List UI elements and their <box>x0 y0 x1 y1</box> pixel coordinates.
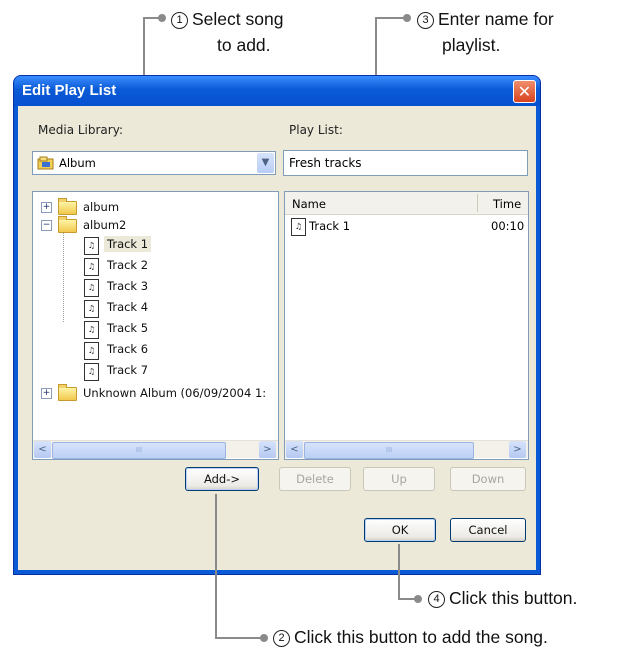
audio-file-icon: ♫ <box>84 321 99 339</box>
callout-text: Click this button to add the song. <box>294 627 548 647</box>
folder-icon <box>58 384 77 401</box>
audio-file-icon: ♫ <box>84 300 99 318</box>
leader-dot <box>260 634 268 642</box>
tree-label: Track 4 <box>107 300 149 314</box>
callout-click-add: 2 Click this button to add the song. <box>273 625 548 649</box>
callout-text: Select song <box>192 9 284 29</box>
callout-click-ok: 4 Click this button. <box>428 586 577 610</box>
scroll-right-icon[interactable]: > <box>509 441 526 458</box>
leader-dot <box>414 595 422 603</box>
playlist-name-field[interactable]: Fresh tracks <box>283 150 528 176</box>
callout-number: 1 <box>171 12 188 29</box>
media-source-select[interactable]: Album ▼ <box>32 151 276 175</box>
playlist-list[interactable]: Name Time ♫ Track 1 00:10 < III > <box>284 191 529 460</box>
scroll-left-icon[interactable]: < <box>286 441 303 458</box>
callout-text: Click this button. <box>449 588 578 608</box>
table-row[interactable]: ♫ Track 1 00:10 <box>291 218 526 236</box>
column-header-time[interactable]: Time <box>493 197 521 211</box>
tree-label: Track 7 <box>107 363 149 377</box>
tree-label: Track 6 <box>107 342 149 356</box>
playlist-name-value: Fresh tracks <box>289 156 362 170</box>
album-icon <box>37 155 54 170</box>
scroll-thumb[interactable]: III <box>304 442 474 459</box>
expand-icon[interactable]: + <box>41 388 52 399</box>
scroll-thumb[interactable]: III <box>52 442 226 459</box>
audio-file-icon: ♫ <box>84 258 99 276</box>
add-button[interactable]: Add-> <box>185 467 259 491</box>
down-button[interactable]: Down <box>450 467 526 491</box>
audio-file-icon: ♫ <box>291 218 306 236</box>
scroll-left-icon[interactable]: < <box>34 441 51 458</box>
tree-label: Track 2 <box>107 258 149 272</box>
delete-button[interactable]: Delete <box>279 467 351 491</box>
ok-button[interactable]: OK <box>364 518 436 542</box>
audio-file-icon: ♫ <box>84 363 99 381</box>
media-library-tree[interactable]: + album − album2 ♫ Track 1 ♫ Track 2 ♫ T… <box>32 191 279 460</box>
playlist-horizontal-scrollbar[interactable]: < III > <box>285 440 528 459</box>
callout-select-song-line2: to add. <box>217 35 271 55</box>
callout-text: Enter name for <box>438 9 554 29</box>
callout-number: 2 <box>273 630 290 647</box>
up-button[interactable]: Up <box>363 467 435 491</box>
tree-horizontal-scrollbar[interactable]: < III > <box>33 440 278 459</box>
tree-label: album <box>83 200 120 214</box>
leader-line <box>215 494 217 639</box>
dialog-title: Edit Play List <box>22 82 117 99</box>
leader-line <box>398 544 400 600</box>
leader-line <box>375 17 405 19</box>
chevron-down-icon[interactable]: ▼ <box>257 153 274 173</box>
edit-playlist-dialog: Edit Play List ✕ Media Library: Play Lis… <box>14 76 540 574</box>
leader-line <box>143 17 160 19</box>
callout-number: 3 <box>417 12 434 29</box>
tree-label: Track 5 <box>107 321 149 335</box>
media-library-label: Media Library: <box>38 123 123 137</box>
row-time: 00:10 <box>491 219 525 233</box>
audio-file-icon: ♫ <box>84 279 99 297</box>
callout-enter-name-line2: playlist. <box>442 35 501 55</box>
folder-icon <box>58 216 77 233</box>
row-name: Track 1 <box>309 219 351 233</box>
close-icon[interactable]: ✕ <box>513 80 536 103</box>
column-divider[interactable] <box>477 194 478 212</box>
folder-icon <box>58 198 77 215</box>
expand-icon[interactable]: + <box>41 202 52 213</box>
callout-select-song: 1 Select song <box>171 7 283 31</box>
tree-label: Unknown Album (06/09/2004 1: <box>83 386 267 400</box>
audio-file-icon: ♫ <box>84 237 99 255</box>
column-header-name[interactable]: Name <box>292 197 326 211</box>
cancel-button[interactable]: Cancel <box>450 518 526 542</box>
callout-enter-name: 3 Enter name for <box>417 7 554 31</box>
title-bar[interactable]: Edit Play List ✕ <box>14 76 540 106</box>
callout-number: 4 <box>428 591 445 608</box>
audio-file-icon: ♫ <box>84 342 99 360</box>
scroll-right-icon[interactable]: > <box>259 441 276 458</box>
tree-line <box>63 222 64 322</box>
tree-label: Track 3 <box>107 279 149 293</box>
media-source-value: Album <box>59 156 96 170</box>
dialog-client-area: Media Library: Play List: Album ▼ Fresh … <box>18 106 536 570</box>
list-header: Name Time <box>285 192 528 215</box>
playlist-label: Play List: <box>289 123 343 137</box>
tree-label-selected: Track 1 <box>104 236 152 252</box>
collapse-icon[interactable]: − <box>41 220 52 231</box>
leader-line <box>215 637 263 639</box>
tree-label: album2 <box>83 218 127 232</box>
